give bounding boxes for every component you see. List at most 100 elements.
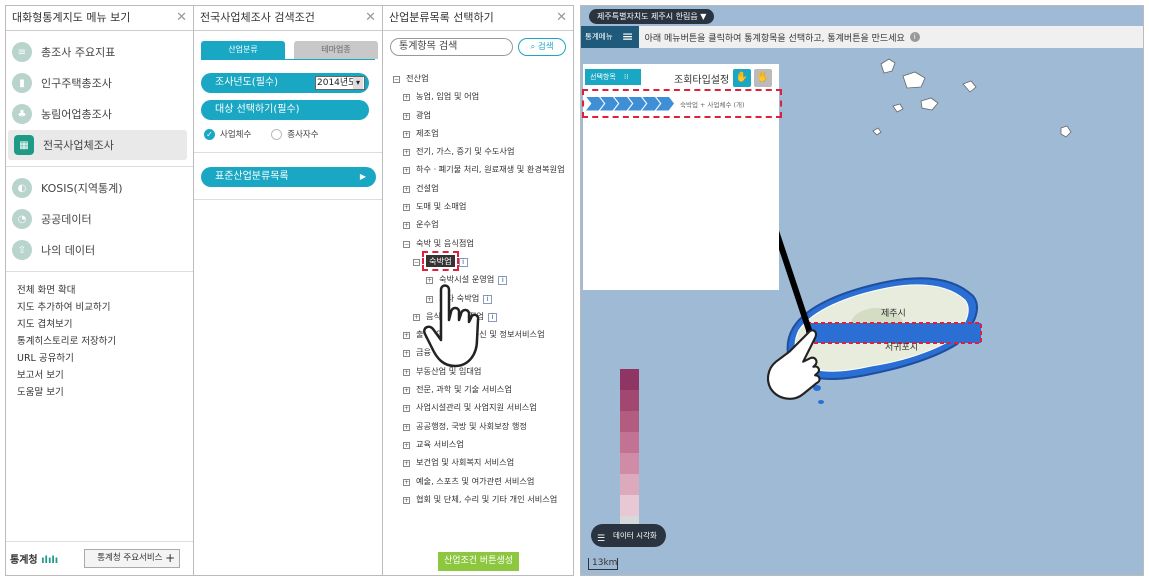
menu-item-agriculture[interactable]: ♣ 농림어업총조사	[6, 99, 193, 129]
expand-icon[interactable]: +	[403, 478, 410, 486]
tree-node[interactable]: + 보건업 및 사회복지 서비스업	[393, 453, 573, 471]
link-overlay-map[interactable]: 지도 겹쳐보기	[6, 316, 193, 333]
tree-node[interactable]: + 제조업	[393, 124, 573, 142]
menu-item-kosis[interactable]: ◐ KOSIS(지역통계)	[6, 173, 193, 203]
expand-icon[interactable]: +	[403, 112, 410, 120]
menu-item-business[interactable]: ▦ 전국사업체조사	[8, 130, 187, 160]
close-icon[interactable]: ✕	[556, 6, 567, 30]
info-icon[interactable]: i	[458, 257, 468, 267]
tree-label: 공공행정, 국방 및 사회보장 행정	[416, 420, 527, 431]
search-button[interactable]: ⌕ 검색	[518, 38, 566, 56]
hand-tool-alt-button[interactable]: ✋	[754, 69, 772, 87]
tree-node[interactable]: + 전문, 과학 및 기술 서비스업	[393, 380, 573, 398]
tree-node[interactable]: + 광업	[393, 106, 573, 124]
tree-node[interactable]: + 예술, 스포츠 및 여가관련 서비스업	[393, 472, 573, 490]
tree-node[interactable]: + 농업, 임업 및 어업	[393, 87, 573, 105]
hand-tool-button[interactable]: ✋	[733, 69, 751, 87]
hamburger-icon[interactable]: ≡	[616, 26, 639, 48]
info-icon[interactable]: i	[909, 32, 920, 42]
tree-node[interactable]: + 도매 및 소매업	[393, 197, 573, 215]
tree-node[interactable]: + 전기, 가스, 증기 및 수도사업	[393, 142, 573, 160]
tree-label: 전기, 가스, 증기 및 수도사업	[416, 146, 515, 157]
industry-panel-title: 산업분류목록 선택하기	[389, 11, 494, 24]
menu-item-population[interactable]: ▮ 인구주택총조사	[6, 68, 193, 98]
close-icon[interactable]: ✕	[176, 6, 187, 30]
link-share-url[interactable]: URL 공유하기	[6, 350, 193, 367]
link-save-history[interactable]: 통계히스토리로 저장하기	[6, 333, 193, 350]
generate-button[interactable]: 산업조건 버튼생성	[438, 552, 519, 571]
tree-node-lodging[interactable]: − 숙박업 i	[393, 250, 573, 271]
expand-icon[interactable]: +	[403, 460, 410, 468]
close-icon[interactable]: ✕	[365, 6, 376, 30]
tree-node-root[interactable]: − 전산업	[393, 69, 573, 87]
tree-label-selected[interactable]: 숙박업	[422, 250, 459, 271]
link-help[interactable]: 도움말 보기	[6, 384, 193, 401]
expand-icon[interactable]: +	[403, 350, 410, 358]
industry-list-button[interactable]: 표준산업분류목록 ▶	[201, 167, 376, 187]
selected-stat-chevron[interactable]: 숙박업 + 사업체수 (개)	[582, 89, 782, 118]
main-services-label: 통계청 주요서비스	[97, 553, 163, 563]
search-conditions-panel: 전국사업체조사 검색조건 ✕ 산업분류 테마업종 조사년도(필수) 2014년도…	[193, 5, 383, 576]
collapse-icon[interactable]: −	[403, 240, 410, 248]
search-button-label: 검색	[537, 42, 554, 52]
map-view[interactable]: 제주시 서귀포시 제주특별자치도 제주시 한림읍 ▼ 통계메뉴 ≡ 아래 메뉴버…	[580, 5, 1144, 576]
link-report[interactable]: 보고서 보기	[6, 367, 193, 384]
data-vis-label: 데이터 시각화	[613, 531, 657, 540]
kosis-icon: ◐	[12, 178, 32, 198]
expand-icon[interactable]: +	[403, 387, 410, 395]
collapse-icon[interactable]: −	[413, 258, 420, 266]
search-input[interactable]: 통계항목 검색	[390, 38, 513, 56]
expand-icon[interactable]: +	[403, 368, 410, 376]
year-select[interactable]: 2014년도 ▾	[315, 76, 365, 90]
data-visualization-button[interactable]: ☰ 데이터 시각화	[591, 524, 666, 547]
tab-theme[interactable]: 테마업종	[294, 41, 378, 59]
expand-icon[interactable]: +	[403, 94, 410, 102]
tree-node-accommodation[interactable]: − 숙박 및 음식점업	[393, 234, 573, 252]
upload-icon: ⇧	[12, 240, 32, 260]
info-icon[interactable]: i	[487, 312, 497, 322]
tree-node[interactable]: + 건설업	[393, 179, 573, 197]
tree-node[interactable]: + 교육 서비스업	[393, 435, 573, 453]
query-type-label: 조회타입설정	[674, 75, 730, 86]
menu-item-my-data[interactable]: ⇧ 나의 데이터	[6, 235, 193, 265]
radio-business-count[interactable]: ✓	[204, 128, 215, 140]
expand-icon[interactable]: +	[403, 185, 410, 193]
tree-node[interactable]: + 하수ㆍ폐기물 처리, 원료재생 및 환경복원업	[393, 160, 573, 178]
legend-swatch	[620, 411, 639, 432]
expand-icon[interactable]: +	[403, 332, 410, 340]
expand-icon[interactable]: +	[403, 149, 410, 157]
search-panel-header: 전국사업체조사 검색조건 ✕	[194, 6, 382, 31]
menu-item-main-indicators[interactable]: ≡ 총조사 주요지표	[6, 37, 193, 67]
link-compare-map[interactable]: 지도 추가하여 비교하기	[6, 299, 193, 316]
region-badge-label: 제주특별자치도 제주시 한림읍	[597, 12, 698, 21]
radio-employee-count[interactable]	[271, 128, 283, 140]
region-badge[interactable]: 제주특별자치도 제주시 한림읍 ▼	[589, 9, 715, 24]
tree-node[interactable]: + 협회 및 단체, 수리 및 기타 개인 서비스업	[393, 490, 573, 508]
target-select-button[interactable]: 대상 선택하기(필수)	[201, 100, 369, 120]
expand-icon[interactable]: +	[403, 167, 410, 175]
expand-icon[interactable]: +	[403, 222, 410, 230]
tree-label: 보건업 및 사회복지 서비스업	[416, 457, 515, 468]
tree-node[interactable]: + 운수업	[393, 215, 573, 233]
link-fullscreen[interactable]: 전체 화면 확대	[6, 282, 193, 299]
expand-icon[interactable]: +	[403, 423, 410, 431]
expand-icon[interactable]: +	[403, 405, 410, 413]
tree-node[interactable]: + 공공행정, 국방 및 사회보장 행정	[393, 417, 573, 435]
target-label: 대상 선택하기(필수)	[215, 104, 300, 115]
collapse-icon[interactable]: −	[393, 76, 400, 83]
info-icon[interactable]: i	[498, 276, 508, 286]
menu-item-public-data[interactable]: ◔ 공공데이터	[6, 204, 193, 234]
main-services-button[interactable]: 통계청 주요서비스 +	[84, 549, 181, 568]
hand-pointer-icon	[423, 284, 480, 368]
expand-icon[interactable]: +	[403, 130, 410, 138]
menu-panel-footer: 통계청 ılılı 통계청 주요서비스 +	[6, 541, 193, 575]
tree-label: 도매 및 소매업	[416, 201, 467, 212]
expand-icon[interactable]: +	[403, 496, 410, 504]
city-label-jeju: 제주시	[881, 309, 906, 319]
tree-node[interactable]: + 사업시설관리 및 사업지원 서비스업	[393, 398, 573, 416]
tab-industry[interactable]: 산업분류	[201, 41, 285, 59]
expand-icon[interactable]: +	[403, 204, 410, 212]
expand-icon[interactable]: +	[403, 441, 410, 449]
stat-menu-button[interactable]: 통계메뉴	[581, 26, 617, 48]
selected-items-button[interactable]: 선택항목 ⁞⁞	[585, 69, 641, 85]
